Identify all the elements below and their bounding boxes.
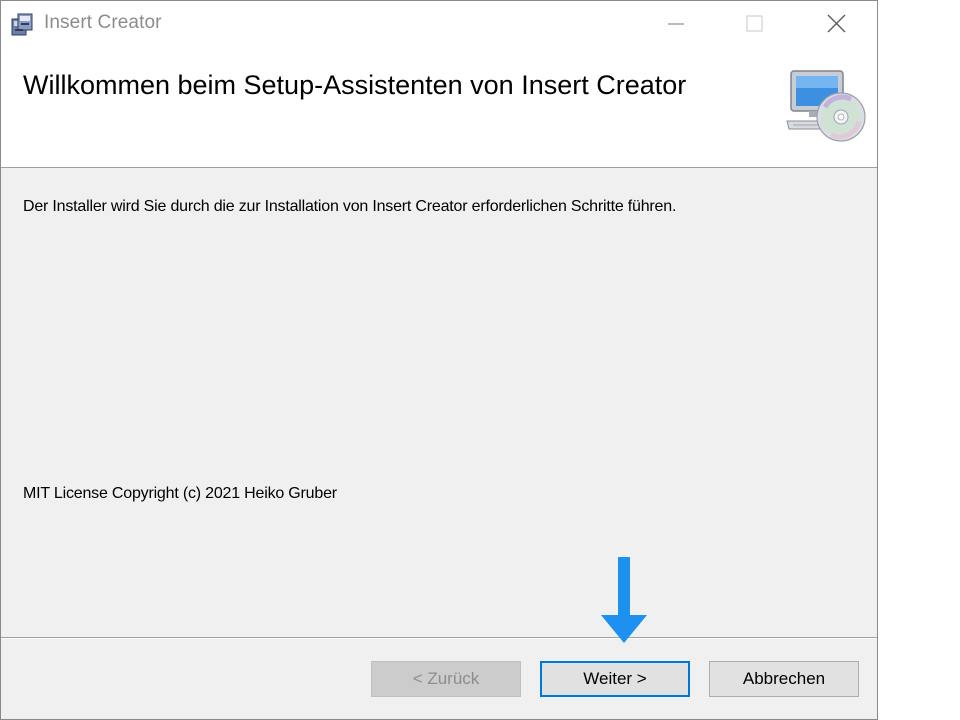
license-text: MIT License Copyright (c) 2021 Heiko Gru… — [23, 485, 337, 502]
minimize-icon — [668, 23, 684, 25]
installer-window: Insert Creator Willkommen beim Setup-Ass… — [0, 0, 878, 720]
close-button[interactable] — [797, 1, 875, 45]
title-bar[interactable]: Insert Creator — [1, 1, 877, 45]
next-button[interactable]: Weiter > — [540, 661, 690, 697]
footer-divider — [1, 637, 877, 639]
minimize-button[interactable] — [637, 1, 715, 45]
arrow-down-icon — [601, 557, 647, 645]
intro-text: Der Installer wird Sie durch die zur Ins… — [23, 198, 677, 215]
cancel-button[interactable]: Abbrechen — [709, 661, 859, 697]
maximize-icon — [746, 15, 763, 32]
window-title: Insert Creator — [44, 12, 162, 33]
maximize-button[interactable] — [715, 1, 793, 45]
computer-cd-icon — [785, 67, 869, 147]
close-icon — [827, 14, 846, 33]
welcome-title: Willkommen beim Setup-Assistenten von In… — [23, 70, 687, 100]
back-button[interactable]: < Zurück — [371, 661, 521, 697]
installer-app-icon — [9, 11, 35, 37]
wizard-header: Willkommen beim Setup-Assistenten von In… — [1, 45, 877, 168]
